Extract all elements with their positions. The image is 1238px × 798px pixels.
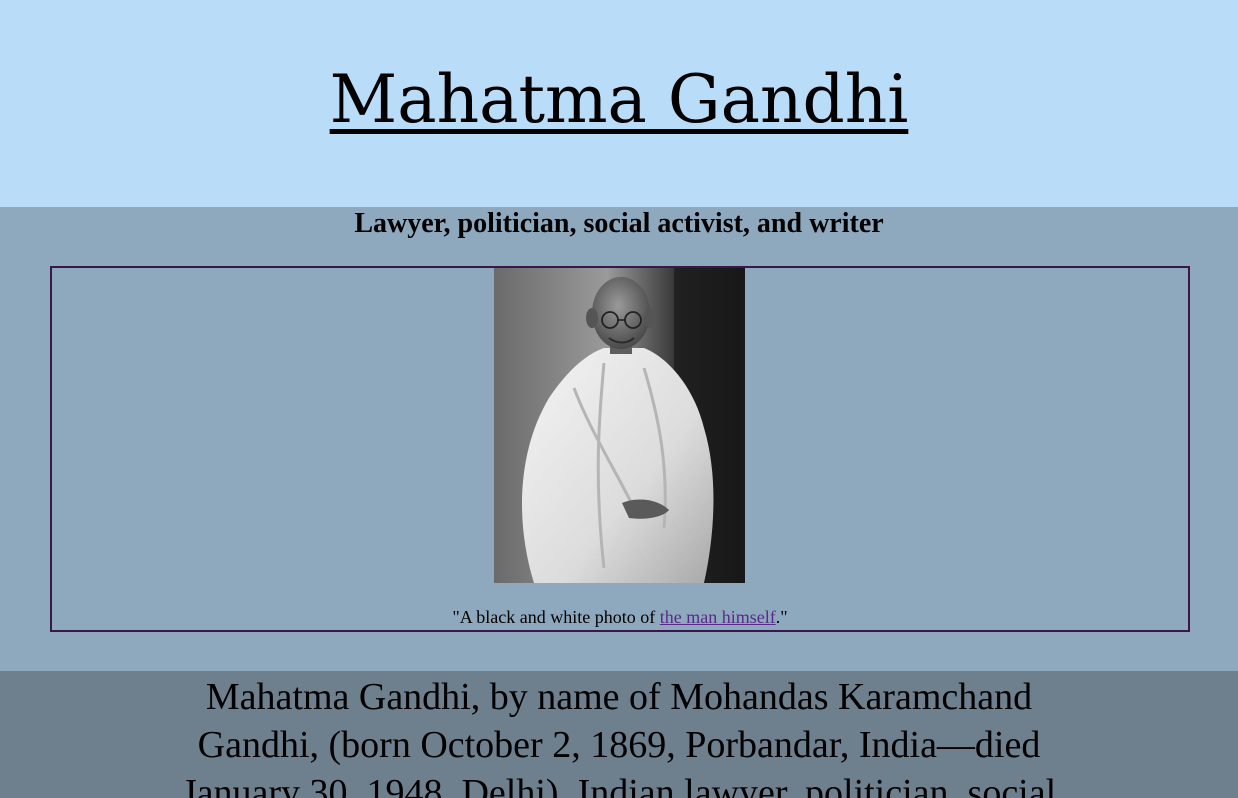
bio-section: Mahatma Gandhi, by name of Mohandas Kara… bbox=[0, 671, 1238, 798]
caption-link[interactable]: the man himself bbox=[660, 607, 776, 627]
tribute-section: Lawyer, politician, social activist, and… bbox=[0, 207, 1238, 671]
page-title: Mahatma Gandhi bbox=[0, 58, 1238, 142]
gandhi-photo bbox=[494, 268, 745, 583]
subtitle: Lawyer, politician, social activist, and… bbox=[354, 208, 884, 239]
figure-container: "A black and white photo of the man hims… bbox=[50, 266, 1190, 632]
caption-prefix: "A black and white photo of bbox=[452, 607, 660, 627]
caption-suffix: ." bbox=[775, 607, 788, 627]
figure-caption: "A black and white photo of the man hims… bbox=[52, 606, 1188, 628]
page: Mahatma Gandhi Lawyer, politician, socia… bbox=[0, 0, 1238, 798]
page-title-text: Mahatma Gandhi bbox=[329, 61, 909, 138]
bio-text: Mahatma Gandhi, by name of Mohandas Kara… bbox=[181, 676, 1057, 798]
page-header: Mahatma Gandhi bbox=[0, 0, 1238, 207]
